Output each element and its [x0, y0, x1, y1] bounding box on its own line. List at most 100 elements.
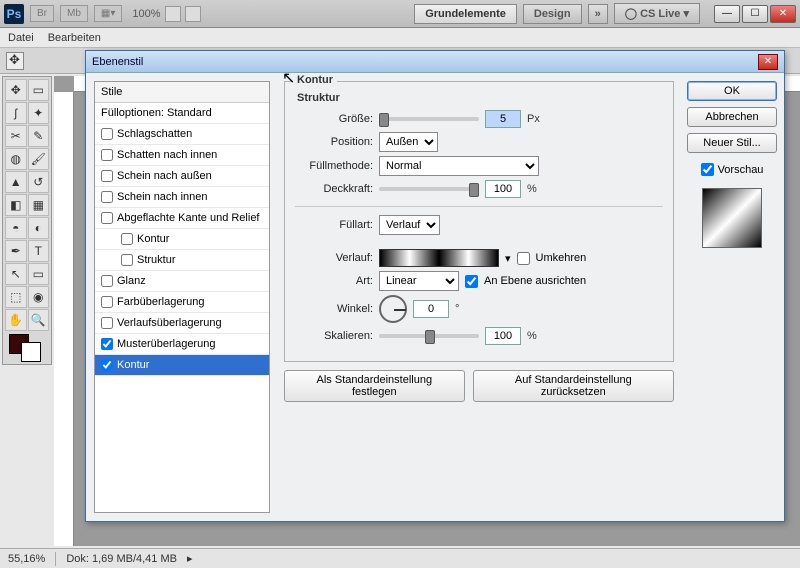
reset-default-button[interactable]: Auf Standardeinstellung zurücksetzen — [473, 370, 674, 402]
skalieren-input[interactable] — [485, 327, 521, 345]
ok-button[interactable]: OK — [687, 81, 777, 101]
fuellart-select[interactable]: Verlauf — [379, 215, 440, 235]
workspace-grundelemente[interactable]: Grundelemente — [414, 4, 517, 24]
workspace-more[interactable]: » — [588, 4, 608, 24]
heal-tool[interactable]: ◍ — [5, 148, 27, 170]
deckkraft-slider[interactable] — [379, 187, 479, 191]
new-style-button[interactable]: Neuer Stil... — [687, 133, 777, 153]
style-schatten-innen[interactable]: Schatten nach innen — [95, 145, 269, 166]
deckkraft-input[interactable] — [485, 180, 521, 198]
arrange-dropdown[interactable] — [165, 6, 181, 22]
chk-kontur[interactable] — [101, 359, 113, 371]
pen-tool[interactable]: ✒ — [5, 240, 27, 262]
path-tool[interactable]: ↖ — [5, 263, 27, 285]
style-bevel[interactable]: Abgeflachte Kante und Relief — [95, 208, 269, 229]
position-select[interactable]: Außen — [379, 132, 438, 152]
minibridge-button[interactable]: Mb — [60, 5, 88, 22]
screen-mode-button[interactable]: ▦▾ — [94, 5, 122, 22]
brush-tool[interactable]: 🖌 — [28, 148, 50, 170]
shape-tool[interactable]: ▭ — [28, 263, 50, 285]
chk-bevel-struktur[interactable] — [121, 254, 133, 266]
preview-checkbox[interactable] — [701, 163, 714, 176]
winkel-unit: ° — [455, 303, 459, 315]
window-minimize[interactable]: — — [714, 5, 740, 23]
chk-schein-innen[interactable] — [101, 191, 113, 203]
set-default-button[interactable]: Als Standardeinstellung festlegen — [284, 370, 465, 402]
style-farbueberlagerung[interactable]: Farbüberlagerung — [95, 292, 269, 313]
fill-options-row[interactable]: Fülloptionen: Standard — [95, 103, 269, 124]
gradient-dropdown-icon[interactable]: ▾ — [505, 252, 511, 265]
dodge-tool[interactable]: ◐ — [28, 217, 50, 239]
skalieren-slider[interactable] — [379, 334, 479, 338]
chk-verlaufsueberlagerung[interactable] — [101, 317, 113, 329]
umkehren-checkbox[interactable] — [517, 252, 530, 265]
cancel-button[interactable]: Abbrechen — [687, 107, 777, 127]
styles-list: Stile Fülloptionen: Standard Schlagschat… — [94, 81, 270, 513]
status-dropdown-icon[interactable]: ▸ — [187, 552, 193, 565]
eyedropper-tool[interactable]: ✎ — [28, 125, 50, 147]
view-dropdown[interactable] — [185, 6, 201, 22]
crop-tool[interactable]: ✂ — [5, 125, 27, 147]
chk-bevel[interactable] — [101, 212, 113, 224]
bridge-button[interactable]: Br — [30, 5, 54, 22]
chk-schein-aussen[interactable] — [101, 170, 113, 182]
cslive-button[interactable]: ◯ CS Live ▾ — [614, 3, 700, 24]
style-glanz[interactable]: Glanz — [95, 271, 269, 292]
fuellmethode-select[interactable]: Normal — [379, 156, 539, 176]
style-schein-innen[interactable]: Schein nach innen — [95, 187, 269, 208]
style-musterueberlagerung[interactable]: Musterüberlagerung — [95, 334, 269, 355]
3d-tool[interactable]: ⬚ — [5, 286, 27, 308]
status-zoom[interactable]: 55,16% — [8, 553, 45, 565]
chk-glanz[interactable] — [101, 275, 113, 287]
zoom-level[interactable]: 100% — [132, 8, 160, 20]
zoom-tool[interactable]: 🔍 — [28, 309, 50, 331]
styles-header[interactable]: Stile — [95, 82, 269, 103]
wand-tool[interactable]: ✦ — [28, 102, 50, 124]
type-tool[interactable]: T — [28, 240, 50, 262]
style-kontur[interactable]: Kontur — [95, 355, 269, 376]
gradient-preview[interactable] — [379, 249, 499, 267]
window-close[interactable]: ✕ — [770, 5, 796, 23]
move-tool-icon[interactable] — [6, 52, 24, 70]
menu-datei[interactable]: Datei — [8, 32, 34, 44]
groesse-input[interactable] — [485, 110, 521, 128]
chk-schatten-innen[interactable] — [101, 149, 113, 161]
gradient-tool[interactable]: ▦ — [28, 194, 50, 216]
history-brush-tool[interactable]: ↺ — [28, 171, 50, 193]
lbl: Glanz — [117, 275, 146, 287]
chk-schlagschatten[interactable] — [101, 128, 113, 140]
blur-tool[interactable]: ◓ — [5, 217, 27, 239]
chk-bevel-kontur[interactable] — [121, 233, 133, 245]
ausrichten-label: An Ebene ausrichten — [484, 275, 586, 287]
camera-tool[interactable]: ◉ — [28, 286, 50, 308]
marquee-tool[interactable]: ▭ — [28, 79, 50, 101]
lasso-tool[interactable]: ʃ — [5, 102, 27, 124]
stamp-tool[interactable]: ▲ — [5, 171, 27, 193]
workspace-design[interactable]: Design — [523, 4, 582, 24]
art-select[interactable]: Linear — [379, 271, 459, 291]
style-schlagschatten[interactable]: Schlagschatten — [95, 124, 269, 145]
dialog-close-button[interactable]: ✕ — [758, 54, 778, 70]
lbl: Struktur — [137, 254, 176, 266]
chk-farbueberlagerung[interactable] — [101, 296, 113, 308]
status-doc[interactable]: Dok: 1,69 MB/4,41 MB — [66, 553, 177, 565]
ausrichten-checkbox[interactable] — [465, 275, 478, 288]
groesse-slider[interactable] — [379, 117, 479, 121]
move-tool[interactable]: ✥ — [5, 79, 27, 101]
lbl: Kontur — [117, 359, 149, 371]
style-schein-aussen[interactable]: Schein nach außen — [95, 166, 269, 187]
color-swatch[interactable] — [5, 332, 49, 362]
window-maximize[interactable]: ☐ — [742, 5, 768, 23]
style-verlaufsueberlagerung[interactable]: Verlaufsüberlagerung — [95, 313, 269, 334]
cslive-label: CS Live ▾ — [640, 8, 689, 20]
chk-musterueberlagerung[interactable] — [101, 338, 113, 350]
dialog-titlebar[interactable]: Ebenenstil ✕ — [86, 51, 784, 73]
style-settings-panel: Kontur Struktur Größe: Px Position: Auße… — [278, 73, 680, 521]
menu-bearbeiten[interactable]: Bearbeiten — [48, 32, 101, 44]
style-bevel-struktur[interactable]: Struktur — [95, 250, 269, 271]
eraser-tool[interactable]: ◧ — [5, 194, 27, 216]
style-bevel-kontur[interactable]: Kontur — [95, 229, 269, 250]
angle-dial[interactable] — [379, 295, 407, 323]
winkel-input[interactable] — [413, 300, 449, 318]
hand-tool[interactable]: ✋ — [5, 309, 27, 331]
